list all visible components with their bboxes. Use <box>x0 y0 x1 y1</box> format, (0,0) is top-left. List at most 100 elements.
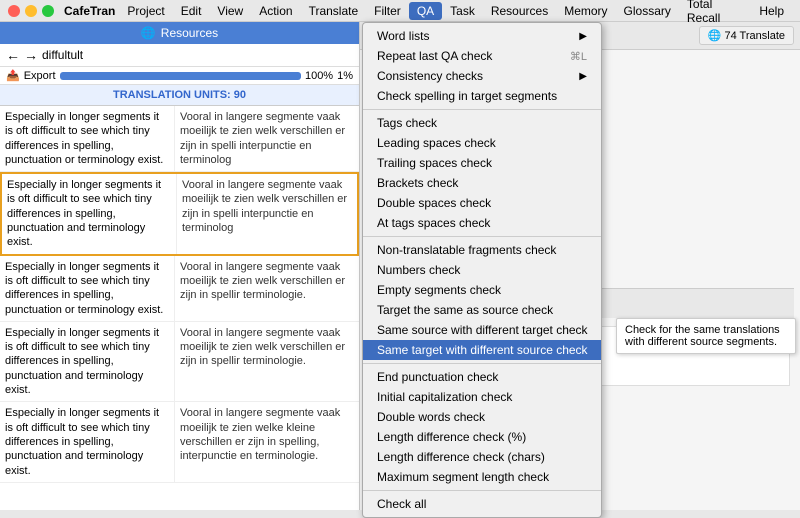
menu-item-empty-segments[interactable]: Empty segments check <box>363 280 601 300</box>
menu-item-leading-spaces[interactable]: Leading spaces check <box>363 133 601 153</box>
translation-units-header: TRANSLATION UNITS: 90 <box>0 85 359 106</box>
numbers-label: Numbers check <box>377 263 460 277</box>
end-punctuation-label: End punctuation check <box>377 370 498 384</box>
menu-glossary[interactable]: Glossary <box>616 2 679 20</box>
menu-item-same-target-diff-source[interactable]: Same target with different source check <box>363 340 601 360</box>
menu-edit[interactable]: Edit <box>173 2 210 20</box>
length-diff-chars-label: Length difference check (chars) <box>377 450 545 464</box>
menu-item-target-same-source[interactable]: Target the same as source check <box>363 300 601 320</box>
source-cell: Especially in longer segments it is oft … <box>0 256 175 321</box>
menu-item-length-diff-chars[interactable]: Length difference check (chars) <box>363 447 601 467</box>
menu-memory[interactable]: Memory <box>556 2 615 20</box>
translate-label: 74 Translate <box>724 30 785 42</box>
export-label: Export <box>24 70 56 82</box>
back-button[interactable]: ← <box>6 47 20 63</box>
max-segment-label: Maximum segment length check <box>377 470 549 484</box>
menu-item-initial-cap[interactable]: Initial capitalization check <box>363 387 601 407</box>
menu-item-word-lists[interactable]: Word lists ▶ <box>363 26 601 46</box>
check-spelling-label: Check spelling in target segments <box>377 89 557 103</box>
check-tooltip: Check for the same translations with dif… <box>616 318 796 354</box>
export-bar: 📤 Export 100% 1% <box>0 67 359 85</box>
menu-item-max-segment[interactable]: Maximum segment length check <box>363 467 601 487</box>
menu-item-numbers[interactable]: Numbers check <box>363 260 601 280</box>
extra-percent: 1% <box>337 70 353 82</box>
menu-help[interactable]: Help <box>751 2 792 20</box>
nav-bar: ← → diffultult <box>0 44 359 67</box>
empty-segments-label: Empty segments check <box>377 283 501 297</box>
check-all-label: Check all <box>377 497 426 511</box>
resources-title: Resources <box>161 26 218 40</box>
menu-item-double-words[interactable]: Double words check <box>363 407 601 427</box>
table-row[interactable]: Especially in longer segments it is oft … <box>0 106 359 172</box>
maximize-button[interactable] <box>42 5 54 17</box>
consistency-label: Consistency checks <box>377 69 483 83</box>
progress-fill <box>60 72 301 80</box>
table-row[interactable]: Especially in longer segments it is oft … <box>0 402 359 482</box>
target-cell: Vooral in langere segmente vaak moeilijk… <box>175 256 359 321</box>
leading-spaces-label: Leading spaces check <box>377 136 496 150</box>
menu-item-consistency[interactable]: Consistency checks ▶ <box>363 66 601 86</box>
menu-item-end-punctuation[interactable]: End punctuation check <box>363 367 601 387</box>
minimize-button[interactable] <box>25 5 37 17</box>
target-cell: Vooral in langere segmente vaak moeilijk… <box>175 106 359 171</box>
target-same-source-label: Target the same as source check <box>377 303 553 317</box>
initial-cap-label: Initial capitalization check <box>377 390 512 404</box>
search-input[interactable]: diffultult <box>42 48 353 62</box>
submenu-arrow: ▶ <box>579 31 587 42</box>
menu-resources[interactable]: Resources <box>483 2 556 20</box>
progress-percent: 100% <box>305 70 333 82</box>
menu-item-at-tags[interactable]: At tags spaces check <box>363 213 601 233</box>
menu-item-same-source-diff-target[interactable]: Same source with different target check <box>363 320 601 340</box>
translation-rows: Especially in longer segments it is oft … <box>0 106 359 510</box>
menu-item-brackets[interactable]: Brackets check <box>363 173 601 193</box>
non-translatable-label: Non-translatable fragments check <box>377 243 556 257</box>
trailing-spaces-label: Trailing spaces check <box>377 156 492 170</box>
same-target-diff-source-label: Same target with different source check <box>377 343 588 357</box>
word-lists-label: Word lists <box>377 29 429 43</box>
at-tags-label: At tags spaces check <box>377 216 490 230</box>
close-button[interactable] <box>8 5 20 17</box>
menu-item-length-diff-percent[interactable]: Length difference check (%) <box>363 427 601 447</box>
divider-2 <box>363 236 601 237</box>
source-cell: Especially in longer segments it is oft … <box>2 174 177 253</box>
target-cell: Vooral in langere segmente vaak moeilijk… <box>175 322 359 401</box>
menu-action[interactable]: Action <box>251 2 300 20</box>
divider-3 <box>363 363 601 364</box>
table-row[interactable]: Especially in longer segments it is oft … <box>0 322 359 402</box>
table-row[interactable]: Especially in longer segments it is oft … <box>0 172 359 255</box>
double-words-label: Double words check <box>377 410 485 424</box>
menu-item-check-all[interactable]: Check all <box>363 494 601 514</box>
repeat-last-label: Repeat last QA check <box>377 49 492 63</box>
menu-filter[interactable]: Filter <box>366 2 409 20</box>
menu-item-tags-check[interactable]: Tags check <box>363 113 601 133</box>
qa-dropdown-menu: Word lists ▶ Repeat last QA check ⌘L Con… <box>362 22 602 518</box>
menu-qa[interactable]: QA <box>409 2 442 20</box>
menu-view[interactable]: View <box>209 2 251 20</box>
table-row[interactable]: Especially in longer segments it is oft … <box>0 256 359 322</box>
forward-button[interactable]: → <box>24 47 38 63</box>
traffic-lights <box>8 5 54 17</box>
export-icon: 📤 <box>6 69 20 82</box>
menu-item-check-spelling[interactable]: Check spelling in target segments <box>363 86 601 106</box>
left-panel: 🌐 Resources ← → diffultult 📤 Export 100%… <box>0 22 360 510</box>
translate-button[interactable]: 🌐 74 Translate <box>699 26 794 45</box>
menu-translate[interactable]: Translate <box>301 2 367 20</box>
source-cell: Especially in longer segments it is oft … <box>0 322 175 401</box>
same-source-diff-target-label: Same source with different target check <box>377 323 588 337</box>
source-cell: Especially in longer segments it is oft … <box>0 106 175 171</box>
menu-item-double-spaces[interactable]: Double spaces check <box>363 193 601 213</box>
shortcut-label: ⌘L <box>570 50 587 63</box>
resources-header: 🌐 Resources <box>0 22 359 44</box>
target-cell: Vooral in langere segmente vaak moeilijk… <box>175 402 359 481</box>
app-name[interactable]: CafeTran <box>64 4 115 18</box>
menubar: CafeTran Project Edit View Action Transl… <box>0 0 800 22</box>
menu-item-trailing-spaces[interactable]: Trailing spaces check <box>363 153 601 173</box>
progress-bar <box>60 72 301 80</box>
submenu-arrow-consistency: ▶ <box>579 71 587 82</box>
divider-1 <box>363 109 601 110</box>
menu-project[interactable]: Project <box>119 2 172 20</box>
target-cell: Vooral in langere segmente vaak moeilijk… <box>177 174 357 253</box>
menu-item-repeat-last[interactable]: Repeat last QA check ⌘L <box>363 46 601 66</box>
menu-item-non-translatable[interactable]: Non-translatable fragments check <box>363 240 601 260</box>
menu-task[interactable]: Task <box>442 2 483 20</box>
